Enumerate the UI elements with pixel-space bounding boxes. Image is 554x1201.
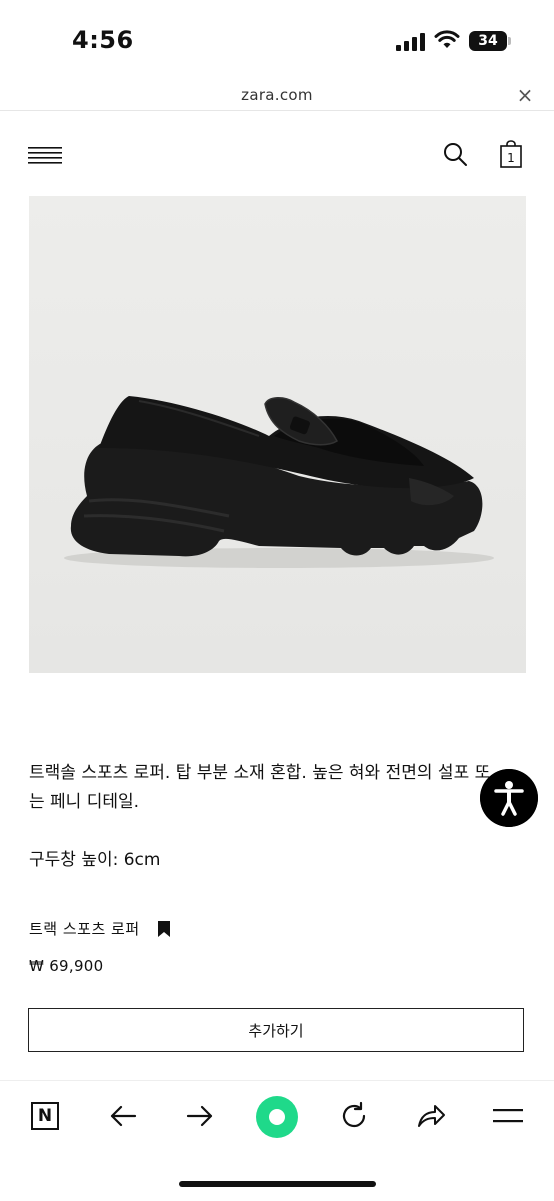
search-icon[interactable] xyxy=(442,141,468,167)
battery-icon: 34 xyxy=(469,31,507,51)
home-button-dot xyxy=(269,1109,285,1125)
bookmark-icon[interactable] xyxy=(157,921,171,937)
n-tab-button[interactable]: N xyxy=(31,1102,59,1130)
product-description-line2: 는 페니 디테일. xyxy=(29,792,140,812)
signal-icon xyxy=(396,33,425,51)
home-indicator xyxy=(179,1181,376,1187)
forward-arrow-icon[interactable] xyxy=(184,1100,216,1132)
status-time: 4:56 xyxy=(72,26,134,54)
back-arrow-icon[interactable] xyxy=(107,1100,139,1132)
accessibility-icon[interactable] xyxy=(480,769,538,827)
refresh-icon[interactable] xyxy=(338,1100,370,1132)
url-domain[interactable]: zara.com xyxy=(0,86,554,104)
menu-icon-toolbar[interactable] xyxy=(492,1100,524,1132)
product-name: 트랙 스포츠 로퍼 xyxy=(29,920,140,938)
loafer-shoe-image xyxy=(29,196,526,673)
battery-tip xyxy=(508,37,511,45)
menu-icon[interactable] xyxy=(28,145,64,165)
wifi-icon xyxy=(434,30,460,48)
shopping-bag-icon[interactable]: 1 xyxy=(499,140,523,168)
product-image[interactable] xyxy=(29,196,526,673)
close-icon[interactable]: × xyxy=(512,82,538,108)
sole-height: 구두창 높이: 6cm xyxy=(29,850,161,870)
product-price: ₩ 69,900 xyxy=(29,957,104,975)
svg-text:1: 1 xyxy=(507,151,515,165)
product-description-line1: 트랙솔 스포츠 로퍼. 탑 부분 소재 혼합. 높은 혀와 전면의 설포 또 xyxy=(29,763,491,783)
add-to-cart-button[interactable]: 추가하기 xyxy=(28,1008,524,1052)
url-divider xyxy=(0,110,554,111)
share-icon[interactable] xyxy=(415,1100,447,1132)
